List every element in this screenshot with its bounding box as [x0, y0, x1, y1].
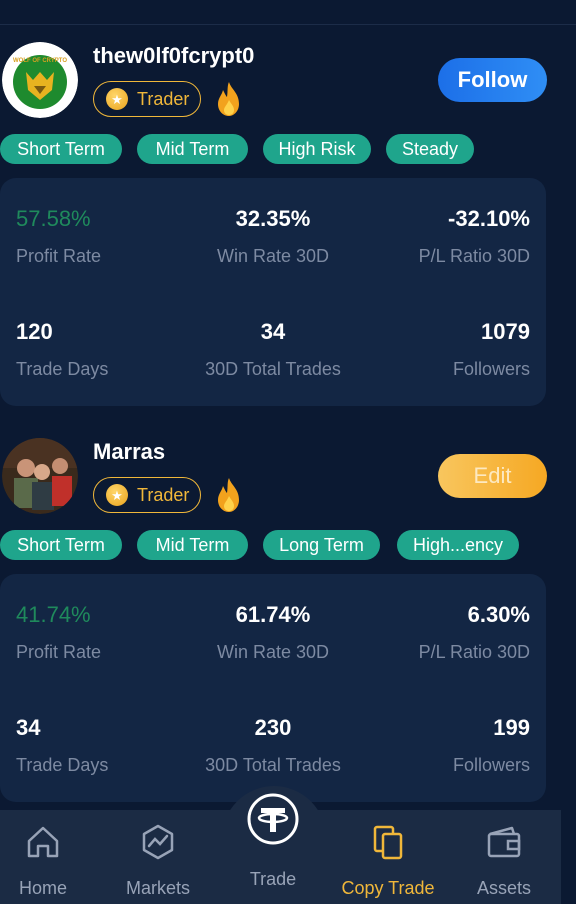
- pl-ratio-value: 6.30%: [467, 602, 530, 627]
- stat-total-trades: 230 30D Total Trades: [205, 715, 341, 776]
- trader-badge: ★ Trader: [93, 477, 201, 513]
- stat-profit-rate: 41.74% Profit Rate: [16, 602, 101, 663]
- profit-rate-label: Profit Rate: [16, 642, 102, 662]
- total-trades-label: 30D Total Trades: [205, 755, 341, 775]
- followers-label: Followers: [452, 755, 530, 775]
- nav-item-copy-trade[interactable]: Copy Trade: [333, 810, 443, 904]
- stat-pl-ratio: -32.10% P/L Ratio 30D: [419, 206, 530, 267]
- tag: High...ency: [397, 530, 519, 560]
- win-rate-value: 61.74%: [235, 602, 311, 627]
- stats-panel: 41.74% Profit Rate 61.74% Win Rate 30D 6…: [0, 574, 546, 802]
- wallet-icon: [487, 826, 521, 858]
- top-divider: [0, 24, 576, 25]
- nav-label-home: Home: [18, 878, 67, 898]
- stat-trade-days: 34 Trade Days: [16, 715, 108, 776]
- nav-label-markets: Markets: [125, 878, 190, 898]
- total-trades-value: 34: [260, 319, 286, 344]
- followers-value: 1079: [481, 319, 530, 344]
- profit-rate-value: 41.74%: [16, 602, 91, 627]
- tag: Short Term: [0, 134, 122, 164]
- stat-profit-rate: 57.58% Profit Rate: [16, 206, 101, 267]
- win-rate-label: Win Rate 30D: [216, 246, 330, 266]
- stats-panel: 57.58% Profit Rate 32.35% Win Rate 30D -…: [0, 178, 546, 406]
- fire-icon: [218, 82, 239, 116]
- trader-name[interactable]: thew0lf0fcrypt0: [93, 43, 254, 69]
- total-trades-label: 30D Total Trades: [205, 359, 341, 379]
- tag: Short Term: [0, 530, 122, 560]
- pl-ratio-label: P/L Ratio 30D: [418, 246, 530, 266]
- stat-total-trades: 34 30D Total Trades: [205, 319, 341, 380]
- star-icon: ★: [106, 484, 128, 506]
- star-icon: ★: [106, 88, 128, 110]
- tag: Mid Term: [137, 134, 248, 164]
- copy-trade-icon: [373, 825, 403, 860]
- trade-days-label: Trade Days: [16, 359, 109, 379]
- stat-followers: 1079 Followers: [453, 319, 530, 380]
- profit-rate-value: 57.58%: [16, 206, 91, 231]
- nav-item-markets[interactable]: Markets: [103, 810, 213, 904]
- follow-button[interactable]: Follow: [438, 58, 547, 102]
- tether-icon[interactable]: [247, 793, 299, 845]
- tag: Steady: [386, 134, 474, 164]
- nav-label-assets: Assets: [476, 878, 532, 898]
- trader-badge: ★ Trader: [93, 81, 201, 117]
- trader-badge-label: Trader: [137, 484, 190, 505]
- followers-label: Followers: [452, 359, 530, 379]
- total-trades-value: 230: [254, 715, 292, 740]
- home-icon: [27, 826, 59, 858]
- markets-icon: [142, 824, 174, 860]
- trade-days-value: 34: [16, 715, 41, 740]
- avatar-logo-text: WOLF OF CRYPTO: [13, 58, 67, 64]
- stat-pl-ratio: 6.30% P/L Ratio 30D: [419, 602, 530, 663]
- stat-trade-days: 120 Trade Days: [16, 319, 108, 380]
- trader-badge-label: Trader: [137, 88, 190, 109]
- win-rate-value: 32.35%: [235, 206, 311, 231]
- nav-item-assets[interactable]: Assets: [449, 810, 559, 904]
- pl-ratio-label: P/L Ratio 30D: [418, 642, 530, 662]
- win-rate-label: Win Rate 30D: [216, 642, 330, 662]
- trader-name[interactable]: Marras: [93, 439, 165, 465]
- followers-value: 199: [493, 715, 530, 740]
- trade-days-value: 120: [16, 319, 53, 344]
- stat-win-rate: 61.74% Win Rate 30D: [217, 602, 329, 663]
- avatar[interactable]: WOLF OF CRYPTO: [2, 42, 78, 118]
- nav-label-trade[interactable]: Trade: [223, 869, 323, 890]
- edit-button[interactable]: Edit: [438, 454, 547, 498]
- tag: High Risk: [263, 134, 371, 164]
- nav-item-home[interactable]: Home: [0, 810, 98, 904]
- stat-followers: 199 Followers: [453, 715, 530, 776]
- avatar[interactable]: [2, 438, 78, 514]
- nav-label-copy-trade: Copy Trade: [341, 878, 435, 898]
- profit-rate-label: Profit Rate: [16, 246, 102, 266]
- tag: Long Term: [263, 530, 380, 560]
- pl-ratio-value: -32.10%: [448, 206, 530, 231]
- fire-icon: [218, 478, 239, 512]
- stat-win-rate: 32.35% Win Rate 30D: [217, 206, 329, 267]
- tag: Mid Term: [137, 530, 248, 560]
- trade-days-label: Trade Days: [16, 755, 109, 775]
